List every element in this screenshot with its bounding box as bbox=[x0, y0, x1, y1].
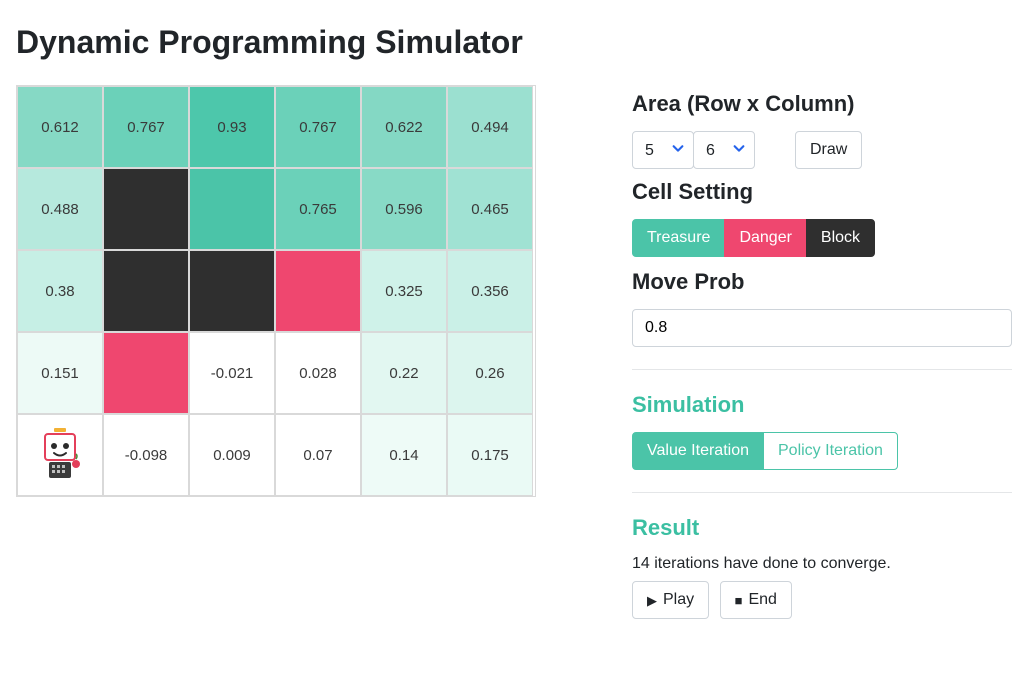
move-prob-input[interactable] bbox=[632, 309, 1012, 347]
rows-select[interactable]: 5 bbox=[632, 131, 694, 169]
area-title: Area (Row x Column) bbox=[632, 91, 1012, 117]
grid-cell[interactable]: 0.07 bbox=[275, 414, 361, 496]
value-grid[interactable]: 0.6120.7670.930.7670.6220.4940.4880.7650… bbox=[16, 85, 536, 497]
grid-cell[interactable]: 0.494 bbox=[447, 86, 533, 168]
grid-cell[interactable]: -0.098 bbox=[103, 414, 189, 496]
grid-cell[interactable]: 0.26 bbox=[447, 332, 533, 414]
grid-cell[interactable]: -0.021 bbox=[189, 332, 275, 414]
end-button[interactable]: ■ End bbox=[720, 581, 792, 619]
grid-cell[interactable] bbox=[103, 250, 189, 332]
danger-button[interactable]: Danger bbox=[724, 219, 806, 257]
grid-cell[interactable] bbox=[189, 250, 275, 332]
grid-cell[interactable] bbox=[275, 250, 361, 332]
grid-cell[interactable]: 0.175 bbox=[447, 414, 533, 496]
result-text: 14 iterations have done to converge. bbox=[632, 555, 1012, 573]
page-title: Dynamic Programming Simulator bbox=[16, 24, 1014, 61]
divider bbox=[632, 369, 1012, 370]
grid-cell[interactable]: 0.767 bbox=[275, 86, 361, 168]
cols-select[interactable]: 6 bbox=[693, 131, 755, 169]
stop-icon: ■ bbox=[735, 594, 743, 607]
treasure-button[interactable]: Treasure bbox=[632, 219, 725, 257]
move-prob-title: Move Prob bbox=[632, 269, 1012, 295]
end-label: End bbox=[748, 591, 776, 609]
simulation-title: Simulation bbox=[632, 392, 1012, 418]
grid-cell[interactable]: 0.325 bbox=[361, 250, 447, 332]
cell-setting-title: Cell Setting bbox=[632, 179, 1012, 205]
draw-button[interactable]: Draw bbox=[795, 131, 862, 169]
grid-cell[interactable]: 0.765 bbox=[275, 168, 361, 250]
grid-cell[interactable] bbox=[103, 168, 189, 250]
grid-cell[interactable]: 0.028 bbox=[275, 332, 361, 414]
robot-cell[interactable] bbox=[17, 414, 103, 496]
grid-cell[interactable]: 0.596 bbox=[361, 168, 447, 250]
grid-cell[interactable]: 0.612 bbox=[17, 86, 103, 168]
play-button[interactable]: ▶ Play bbox=[632, 581, 709, 619]
result-title: Result bbox=[632, 515, 1012, 541]
grid-cell[interactable]: 0.488 bbox=[17, 168, 103, 250]
block-button[interactable]: Block bbox=[806, 219, 875, 257]
grid-cell[interactable] bbox=[103, 332, 189, 414]
grid-cell[interactable]: 0.151 bbox=[17, 332, 103, 414]
grid-cell[interactable]: 0.622 bbox=[361, 86, 447, 168]
grid-cell[interactable]: 0.767 bbox=[103, 86, 189, 168]
play-label: Play bbox=[663, 591, 694, 609]
grid-cell[interactable]: 0.22 bbox=[361, 332, 447, 414]
value-iteration-button[interactable]: Value Iteration bbox=[632, 432, 764, 470]
divider bbox=[632, 492, 1012, 493]
grid-cell[interactable]: 0.465 bbox=[447, 168, 533, 250]
grid-cell[interactable]: 0.14 bbox=[361, 414, 447, 496]
grid-cell[interactable]: 0.009 bbox=[189, 414, 275, 496]
policy-iteration-button[interactable]: Policy Iteration bbox=[763, 432, 898, 470]
grid-cell[interactable]: 0.356 bbox=[447, 250, 533, 332]
play-icon: ▶ bbox=[647, 594, 657, 607]
robot-icon bbox=[35, 426, 85, 484]
grid-cell[interactable]: 0.93 bbox=[189, 86, 275, 168]
grid-cell[interactable] bbox=[189, 168, 275, 250]
grid-cell[interactable]: 0.38 bbox=[17, 250, 103, 332]
